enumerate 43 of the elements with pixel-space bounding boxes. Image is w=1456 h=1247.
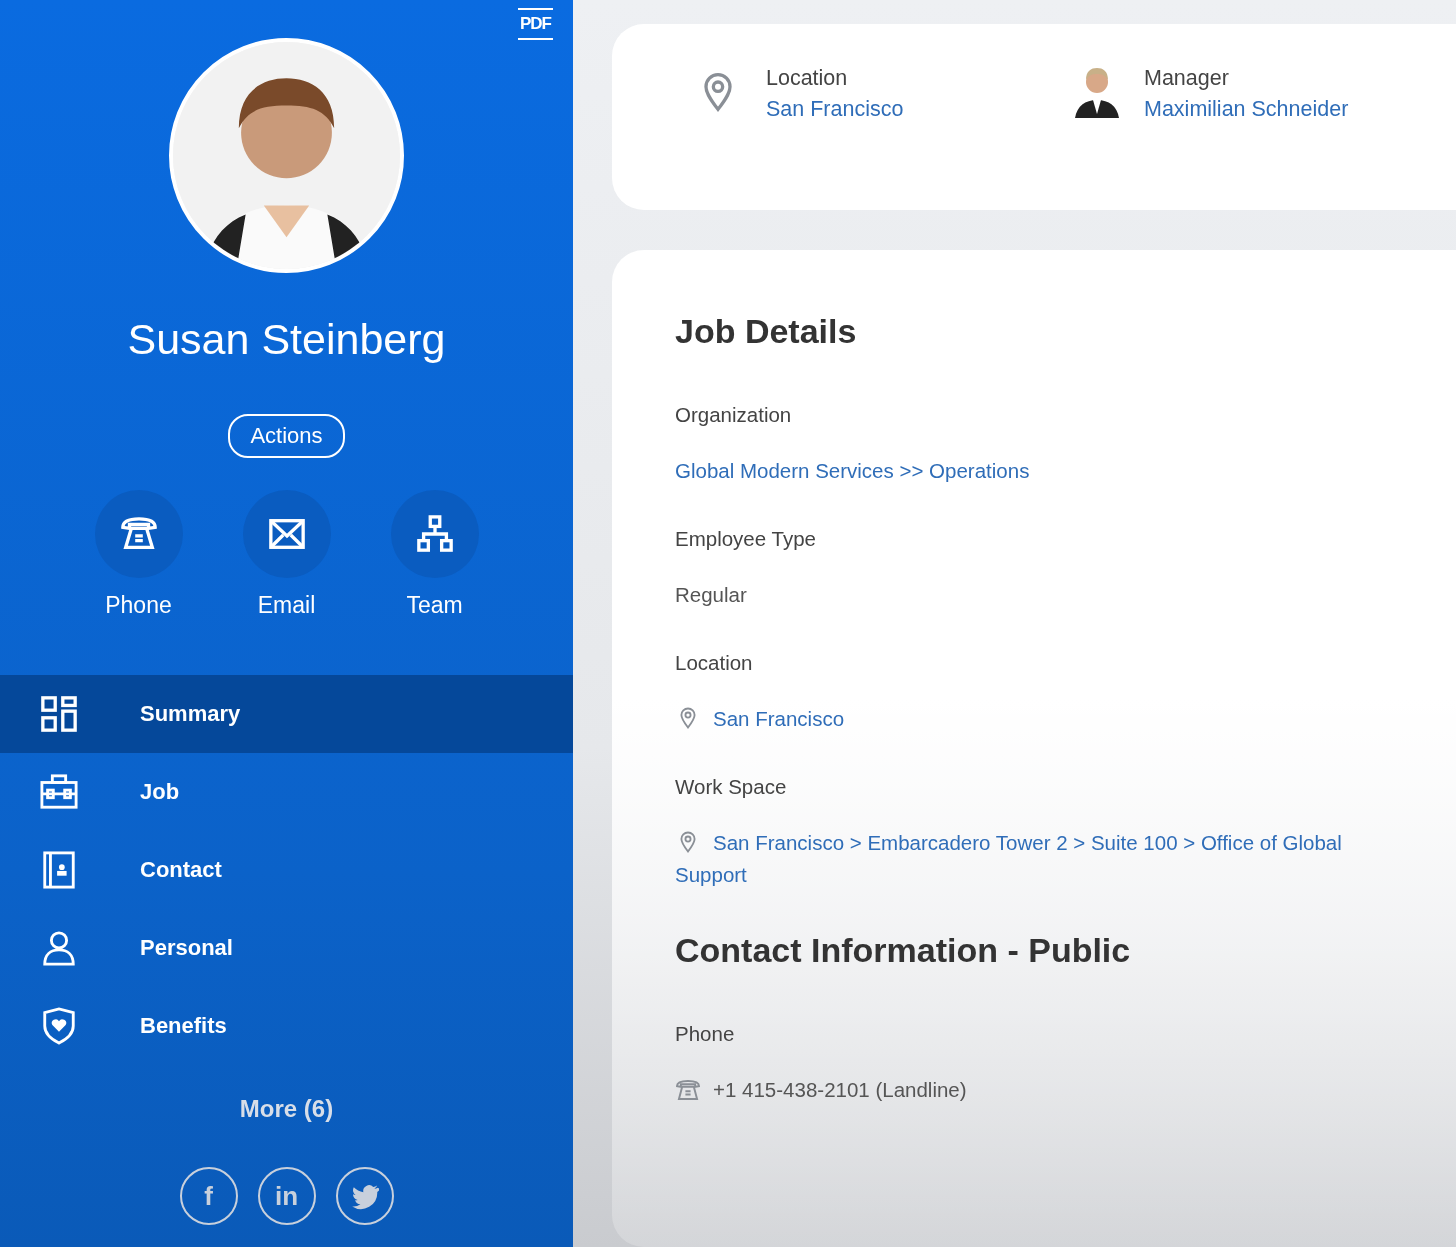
field-value: Regular [675,582,748,608]
more-link[interactable]: More (6) [239,1095,334,1123]
field-label: Employee Type [675,527,817,551]
actions-button[interactable]: Actions [228,414,345,458]
nav-item[interactable]: Benefits [0,987,573,1065]
pdf-export-button[interactable]: PDF [518,8,553,40]
bird-icon [350,1182,379,1210]
summary-link[interactable]: Maximilian Schneider [1144,97,1349,122]
action-label: Team [406,592,463,619]
employee-name: Susan Steinberg [127,315,446,364]
address-book-icon [40,851,78,889]
field-label: Location [675,651,754,675]
section-heading: Contact Information - Public [675,931,1132,970]
location-link[interactable]: San Francisco [675,703,1355,735]
organization-link[interactable]: Global Modern Services >> Operations [675,455,1355,487]
nav-item[interactable]: Job [0,753,573,831]
location-pin-icon [679,831,697,853]
phone-number: +1 415-438-2101 (Landline) [713,1078,967,1101]
briefcase-icon [40,773,78,811]
nav-item[interactable]: Contact [0,831,573,909]
field-label: Work Space [675,775,788,799]
location-pin-icon [679,707,697,729]
linkedin-button[interactable]: in [257,1167,316,1225]
summary-link[interactable]: San Francisco [766,97,904,122]
facebook-button[interactable]: f [179,1167,238,1225]
summary-label: Location [766,66,849,91]
nav-item[interactable]: Summary [0,675,573,753]
action-label: Email [257,592,316,619]
summary-label: Manager [1144,66,1230,91]
section-heading: Job Details [675,312,858,351]
location-link[interactable]: San Francisco > Embarcadero Tower 2 > Suite 100 > Office of Global Support [675,827,1355,891]
nav-item[interactable]: Personal [0,909,573,987]
location-pin-icon [702,72,734,112]
action-label: Phone [105,592,172,619]
phone-icon [675,1079,701,1101]
dashboard-icon [40,695,78,733]
field-label: Phone [675,1022,736,1046]
field-label: Organization [675,403,793,427]
person-icon [40,929,78,967]
twitter-button[interactable] [335,1167,394,1225]
org-chart-icon [415,515,454,553]
shield-heart-icon [40,1007,78,1045]
avatar-icon [1074,66,1120,118]
